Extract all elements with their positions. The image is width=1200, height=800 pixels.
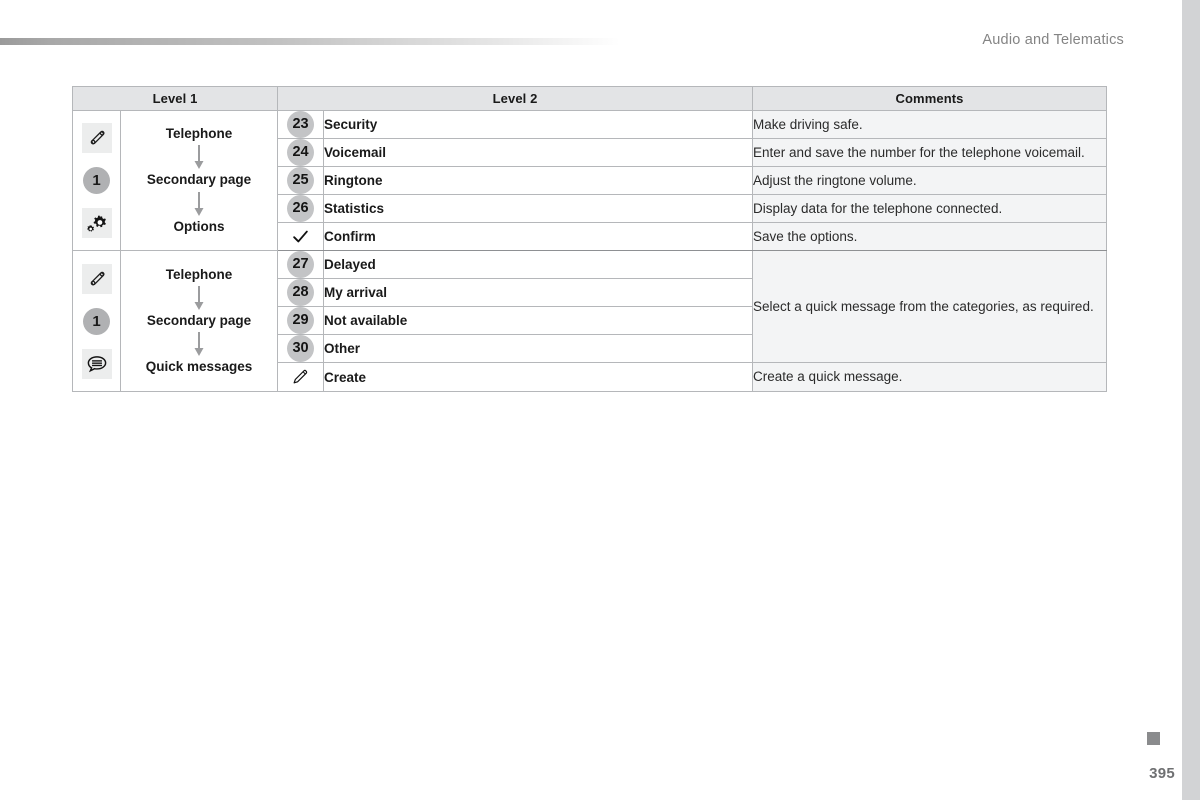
document-page: Audio and Telematics Level 1 Level 2 Com… [0, 0, 1200, 800]
item-number-badge: 26 [287, 195, 315, 222]
level2-badge-cell: 28 [277, 278, 325, 307]
menu-table-wrapper: Level 1 Level 2 Comments 1 Telephone Sec… [71, 86, 1108, 392]
level2-badge-cell: 26 [277, 194, 325, 223]
level2-badge-cell: 24 [277, 138, 325, 167]
level2-label[interactable]: My arrival [323, 278, 754, 307]
path-step: Telephone [165, 266, 233, 282]
level2-badge-cell: 23 [277, 110, 325, 139]
path-step: Secondary page [146, 172, 252, 188]
item-number-badge: 23 [287, 111, 315, 138]
page-edge-strip [1182, 0, 1200, 800]
level2-label[interactable]: Not available [323, 306, 754, 335]
item-number-badge: 28 [287, 279, 315, 306]
item-number-badge: 27 [287, 251, 315, 278]
header-rule [0, 38, 620, 45]
pencil-icon [287, 363, 314, 390]
level2-badge-cell: 25 [277, 166, 325, 195]
level2-label[interactable]: Delayed [323, 250, 754, 279]
footer-marker [1147, 732, 1160, 745]
comment-text: Adjust the ringtone volume. [752, 166, 1108, 195]
speech-bubble-icon [81, 348, 112, 379]
path-step: Quick messages [145, 359, 253, 375]
level2-badge-cell [277, 222, 325, 251]
level2-badge-cell: 29 [277, 306, 325, 335]
comment-text: Make driving safe. [752, 110, 1108, 139]
item-number-badge: 25 [287, 167, 315, 194]
merged-comment-text: Select a quick message from the categori… [752, 250, 1108, 363]
level2-label[interactable]: Statistics [323, 194, 754, 223]
path-step: Options [173, 218, 225, 234]
comment-text: Save the options. [752, 222, 1108, 251]
comment-text: Create a quick message. [752, 362, 1108, 392]
arrow-down-icon [194, 145, 204, 170]
phone-handset-icon [81, 123, 112, 153]
block-icon-cell-1: 1 [72, 110, 121, 251]
arrow-down-icon [194, 191, 204, 216]
phone-handset-icon [81, 263, 112, 294]
column-header-comments: Comments [752, 86, 1108, 111]
table-row: 1 Telephone Secondary page Options 23 Se… [72, 110, 1108, 251]
item-number-badge: 30 [287, 335, 315, 362]
level2-label[interactable]: Security [323, 110, 754, 139]
block-icon-cell-2: 1 [72, 250, 121, 392]
level2-label[interactable]: Voicemail [323, 138, 754, 167]
menu-table: Level 1 Level 2 Comments 1 Telephone Sec… [71, 86, 1108, 392]
path-step: Secondary page [146, 312, 252, 328]
level2-badge-cell: 30 [277, 334, 325, 363]
block-path-cell-2: Telephone Secondary page Quick messages [119, 250, 279, 392]
level2-label[interactable]: Ringtone [323, 166, 754, 195]
table-row: 1 Telephone Secondary page Quick message… [72, 250, 1108, 392]
gears-options-icon [81, 208, 112, 238]
arrow-down-icon [194, 285, 204, 310]
arrow-down-icon [194, 332, 204, 357]
level2-label[interactable]: Create [323, 362, 754, 392]
number-one-badge: 1 [83, 307, 110, 335]
path-step: Telephone [165, 126, 233, 142]
running-head: Audio and Telematics [982, 32, 1124, 48]
number-one-badge: 1 [83, 167, 110, 194]
level2-badge-cell [277, 362, 325, 392]
table-header-row: Level 1 Level 2 Comments [71, 86, 1108, 111]
level2-badge-cell: 27 [277, 250, 325, 279]
level2-label[interactable]: Other [323, 334, 754, 363]
page-number: 395 [1149, 765, 1175, 782]
comment-text: Enter and save the number for the teleph… [752, 138, 1108, 167]
level2-label[interactable]: Confirm [323, 222, 754, 251]
block-path-cell-1: Telephone Secondary page Options [119, 110, 279, 251]
item-number-badge: 24 [287, 139, 315, 166]
check-icon [287, 223, 314, 250]
comment-text: Display data for the telephone connected… [752, 194, 1108, 223]
column-header-level-2: Level 2 [277, 86, 754, 111]
column-header-level-1: Level 1 [71, 86, 279, 111]
item-number-badge: 29 [287, 307, 315, 334]
